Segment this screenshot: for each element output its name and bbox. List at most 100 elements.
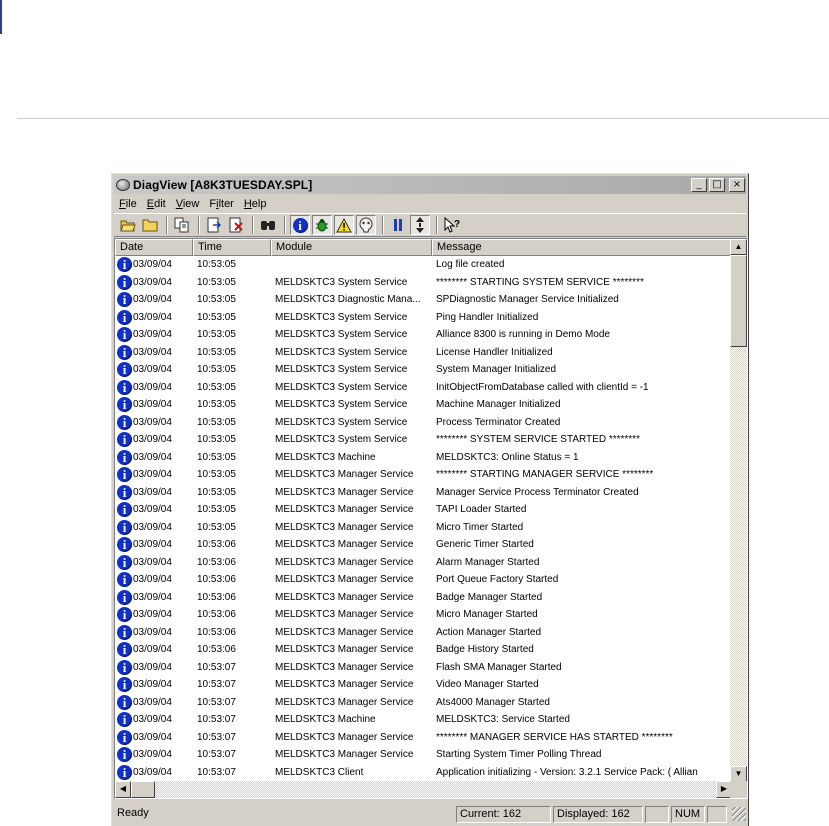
row-time: 10:53:05 — [197, 504, 236, 516]
log-row[interactable]: i 03/09/04 10:53:05 MELDSKTC3 Manager Servi… — [115, 501, 732, 519]
row-date-cell: i 03/09/04 — [115, 432, 193, 448]
row-date: 03/09/04 — [133, 364, 172, 376]
column-header-message[interactable]: Message — [432, 239, 732, 256]
resize-grip[interactable] — [732, 807, 746, 821]
toolbar-separator — [198, 216, 200, 234]
row-message: System Manager Initialized — [436, 364, 557, 376]
log-row[interactable]: i 03/09/04 10:53:05 MELDSKTC3 System Servic… — [115, 361, 732, 379]
row-date: 03/09/04 — [133, 766, 172, 778]
scroll-up-button[interactable]: ▲ — [730, 239, 747, 255]
menu-filter[interactable]: Filter — [204, 198, 238, 210]
delete-icon[interactable] — [226, 215, 246, 235]
warning-filter-icon[interactable] — [334, 215, 354, 235]
log-row[interactable]: i 03/09/04 10:53:05 MELDSKTC3 System Servic… — [115, 379, 732, 397]
log-row[interactable]: i 03/09/04 10:53:07 MELDSKTC3 Manager Servi… — [115, 746, 732, 764]
info-icon: i — [117, 712, 132, 728]
column-header-date[interactable]: Date — [115, 239, 193, 256]
row-date-cell: i 03/09/04 — [115, 379, 193, 395]
find-icon[interactable] — [258, 215, 278, 235]
log-row[interactable]: i 03/09/04 10:53:05 MELDSKTC3 Machine MELDSK… — [115, 449, 732, 467]
log-row[interactable]: i 03/09/04 10:53:07 MELDSKTC3 Manager Servi… — [115, 676, 732, 694]
export-icon[interactable] — [204, 215, 224, 235]
log-row[interactable]: i 03/09/04 10:53:05 MELDSKTC3 Manager Servi… — [115, 519, 732, 537]
folder-icon[interactable] — [140, 215, 160, 235]
row-message: Generic Timer Started — [436, 539, 534, 551]
log-row[interactable]: i 03/09/04 10:53:05 MELDSKTC3 System Servic… — [115, 309, 732, 327]
svg-text:?: ? — [454, 219, 460, 230]
row-date: 03/09/04 — [133, 329, 172, 341]
horizontal-scrollbar[interactable]: ◀ ▶ — [115, 781, 732, 798]
page-corner-mark — [0, 0, 2, 34]
log-rows: i 03/09/04 10:53:05 Log file created i 03/09/… — [115, 256, 732, 781]
info-icon: i — [117, 624, 132, 640]
scroll-down-button[interactable]: ▼ — [730, 766, 747, 782]
log-row[interactable]: i 03/09/04 10:53:05 MELDSKTC3 Diagnostic Ma… — [115, 291, 732, 309]
row-time: 10:53:07 — [197, 679, 236, 691]
log-row[interactable]: i 03/09/04 10:53:06 MELDSKTC3 Manager Servi… — [115, 536, 732, 554]
log-row[interactable]: i 03/09/04 10:53:05 MELDSKTC3 Manager Servi… — [115, 466, 732, 484]
autoscroll-icon[interactable] — [410, 215, 430, 235]
info-icon: i — [117, 572, 132, 588]
row-time: 10:53:06 — [197, 539, 236, 551]
log-list[interactable]: Date Time Module Message i 03/09/04 10:53:… — [114, 238, 748, 799]
log-row[interactable]: i 03/09/04 10:53:07 MELDSKTC3 Machine MELDSK… — [115, 711, 732, 729]
menu-edit[interactable]: Edit — [142, 198, 171, 210]
row-date: 03/09/04 — [133, 416, 172, 428]
status-ready: Ready — [117, 806, 149, 819]
log-row[interactable]: i 03/09/04 10:53:05 MELDSKTC3 Manager Servi… — [115, 484, 732, 502]
status-current-count: Current: 162 — [456, 805, 551, 823]
menu-bar: File Edit View Filter Help — [114, 195, 746, 212]
info-icon: i — [117, 729, 132, 745]
open-folder-icon[interactable] — [118, 215, 138, 235]
vertical-scroll-thumb[interactable] — [730, 255, 747, 347]
context-help-icon[interactable]: ? — [442, 215, 462, 235]
scroll-left-button[interactable]: ◀ — [115, 781, 131, 798]
row-time: 10:53:06 — [197, 609, 236, 621]
log-row[interactable]: i 03/09/04 10:53:06 MELDSKTC3 Manager Servi… — [115, 606, 732, 624]
log-row[interactable]: i 03/09/04 10:53:06 MELDSKTC3 Manager Servi… — [115, 641, 732, 659]
log-row[interactable]: i 03/09/04 10:53:06 MELDSKTC3 Manager Servi… — [115, 571, 732, 589]
log-row[interactable]: i 03/09/04 10:53:06 MELDSKTC3 Manager Servi… — [115, 624, 732, 642]
log-row[interactable]: i 03/09/04 10:53:05 MELDSKTC3 System Servic… — [115, 326, 732, 344]
log-row[interactable]: i 03/09/04 10:53:07 MELDSKTC3 Manager Servi… — [115, 694, 732, 712]
title-bar[interactable]: DiagView [A8K3TUESDAY.SPL] _ □ × — [114, 176, 746, 194]
row-time: 10:53:05 — [197, 381, 236, 393]
log-row[interactable]: i 03/09/04 10:53:07 MELDSKTC3 Client Applica… — [115, 764, 732, 782]
close-button[interactable]: × — [729, 178, 745, 192]
vertical-scrollbar[interactable]: ▲ ▼ — [730, 239, 747, 782]
status-displayed-count: Displayed: 162 — [553, 805, 643, 823]
menu-help[interactable]: Help — [239, 198, 272, 210]
debug-filter-icon[interactable] — [312, 215, 332, 235]
error-filter-icon[interactable] — [356, 215, 376, 235]
log-row[interactable]: i 03/09/04 10:53:06 MELDSKTC3 Manager Servi… — [115, 554, 732, 572]
info-icon: i — [117, 467, 132, 483]
row-date: 03/09/04 — [133, 346, 172, 358]
column-header-time[interactable]: Time — [193, 239, 271, 256]
copy-icon[interactable] — [172, 215, 192, 235]
log-row[interactable]: i 03/09/04 10:53:06 MELDSKTC3 Manager Servi… — [115, 589, 732, 607]
pause-icon[interactable] — [388, 215, 408, 235]
minimize-button[interactable]: _ — [691, 178, 707, 192]
info-icon: i — [117, 432, 132, 448]
log-row[interactable]: i 03/09/04 10:53:07 MELDSKTC3 Manager Servi… — [115, 659, 732, 677]
horizontal-scroll-thumb[interactable] — [131, 781, 155, 798]
row-date-cell: i 03/09/04 — [115, 309, 193, 325]
log-row[interactable]: i 03/09/04 10:53:05 MELDSKTC3 System Servic… — [115, 396, 732, 414]
row-message: MELDSKTC3: Service Started — [436, 714, 570, 726]
row-time: 10:53:05 — [197, 416, 236, 428]
log-row[interactable]: i 03/09/04 10:53:05 MELDSKTC3 System Servic… — [115, 431, 732, 449]
column-header-module[interactable]: Module — [271, 239, 432, 256]
log-row[interactable]: i 03/09/04 10:53:05 MELDSKTC3 System Servic… — [115, 344, 732, 362]
row-module: MELDSKTC3 System Service — [275, 276, 408, 288]
log-row[interactable]: i 03/09/04 10:53:05 Log file created — [115, 256, 732, 274]
log-row[interactable]: i 03/09/04 10:53:07 MELDSKTC3 Manager Servi… — [115, 729, 732, 747]
row-date: 03/09/04 — [133, 609, 172, 621]
info-icon: i — [117, 659, 132, 675]
info-filter-icon[interactable]: i — [290, 215, 310, 235]
menu-view[interactable]: View — [171, 198, 205, 210]
log-row[interactable]: i 03/09/04 10:53:05 MELDSKTC3 System Servic… — [115, 274, 732, 292]
info-icon: i — [117, 537, 132, 553]
log-row[interactable]: i 03/09/04 10:53:05 MELDSKTC3 System Servic… — [115, 414, 732, 432]
menu-file[interactable]: File — [114, 198, 142, 210]
maximize-button[interactable]: □ — [709, 178, 725, 192]
